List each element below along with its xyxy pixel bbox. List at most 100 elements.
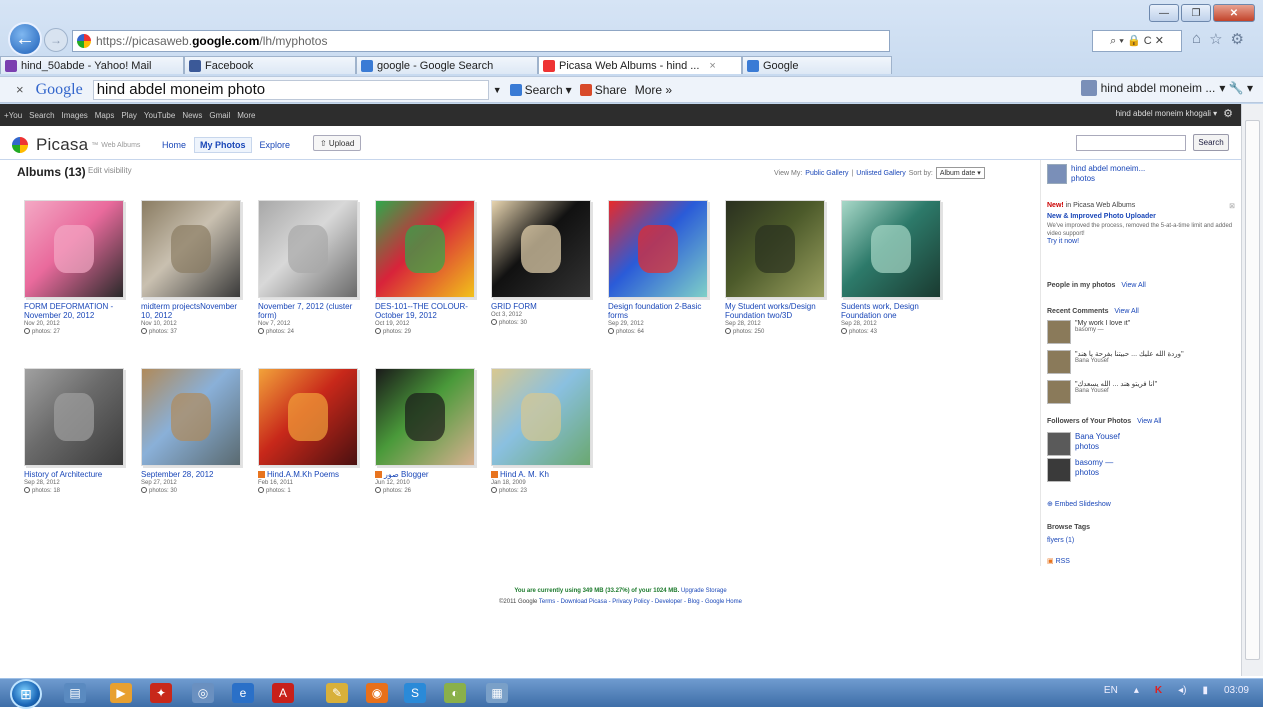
upgrade-storage-link[interactable]: Upgrade Storage (681, 588, 727, 594)
album-thumbnail[interactable] (258, 200, 358, 298)
picasa-tab[interactable]: Home (156, 137, 192, 153)
public-gallery-link[interactable]: Public Gallery (805, 170, 848, 177)
avatar[interactable] (1047, 458, 1071, 482)
follower-photos-link[interactable]: photos (1075, 468, 1113, 478)
rss-row[interactable]: ▣ RSS (1047, 557, 1070, 565)
upload-button[interactable]: ⇧ Upload (313, 135, 362, 151)
wrench-icon[interactable]: ▾ 🔧 ▾ (1219, 81, 1253, 95)
toolbar-more-button[interactable]: More » (635, 83, 672, 97)
album-thumbnail[interactable] (258, 368, 358, 466)
album-title[interactable]: September 28, 2012 (141, 470, 245, 479)
start-button[interactable]: ⊞ (10, 679, 42, 709)
tab-close-icon[interactable]: × (709, 60, 715, 72)
album-card[interactable]: GRID FORM Oct 3, 2012 photos: 30 (491, 200, 595, 327)
comment-thumbnail[interactable] (1047, 350, 1071, 374)
close-window-button[interactable]: ✕ (1213, 4, 1255, 22)
taskbar-picasa-icon[interactable]: ◐ (444, 683, 466, 703)
language-indicator[interactable]: EN (1104, 685, 1118, 696)
taskbar-folder-icon[interactable]: ▤ (64, 683, 86, 703)
toolbar-search-button[interactable]: Search ▾ (509, 83, 572, 97)
taskbar-app-icon[interactable]: ✦ (150, 683, 172, 703)
comment-thumbnail[interactable] (1047, 320, 1071, 344)
follower-item[interactable]: Bana Yousef photos (1047, 432, 1235, 456)
query-dropdown-icon[interactable]: ▼ (493, 85, 502, 95)
gbar-link[interactable]: Images (62, 111, 88, 120)
unlisted-gallery-link[interactable]: Unlisted Gallery (856, 170, 905, 177)
browser-tab[interactable]: Picasa Web Albums - hind ... × (538, 56, 742, 74)
tray-arrow-icon[interactable]: ▴ (1134, 685, 1139, 696)
embed-slideshow-link[interactable]: Embed Slideshow (1055, 501, 1111, 508)
album-title[interactable]: Sudents work, Design Foundation one (841, 302, 945, 320)
gbar-link[interactable]: Maps (95, 111, 115, 120)
taskbar-skype-icon[interactable]: S (404, 683, 426, 703)
volume-icon[interactable]: ◂) (1178, 685, 1186, 696)
sidebar-user-photos-link[interactable]: photos (1071, 174, 1145, 184)
album-title[interactable]: GRID FORM (491, 302, 595, 311)
album-title-text[interactable]: FORM DEFORMATION - November 20, 2012 (24, 302, 113, 320)
settings-gear-icon[interactable]: ⚙ (1231, 30, 1244, 48)
follower-name[interactable]: Bana Yousef (1075, 432, 1120, 442)
comment-item[interactable]: "My work I love it" basomy — (1047, 320, 1235, 344)
album-card[interactable]: FORM DEFORMATION - November 20, 2012 Nov … (24, 200, 128, 336)
taskbar-ie-icon[interactable]: e (232, 683, 254, 703)
comment-author[interactable]: basomy — (1075, 327, 1225, 333)
gbar-link[interactable]: Search (29, 111, 54, 120)
album-card[interactable]: November 7, 2012 (cluster form) Nov 7, 20… (258, 200, 362, 336)
maximize-button[interactable]: ❐ (1181, 4, 1211, 22)
album-title-text[interactable]: Sudents work, Design Foundation one (841, 302, 919, 320)
taskbar-firefox-icon[interactable]: ◉ (366, 683, 388, 703)
album-card[interactable]: صور Blogger Jun 12, 2010 photos: 26 (375, 368, 479, 495)
toolbar-search-input[interactable]: hind abdel moneim photo (92, 79, 489, 100)
album-thumbnail[interactable] (141, 368, 241, 466)
album-title-text[interactable]: My Student works/Design Foundation two/3… (725, 302, 816, 320)
album-thumbnail[interactable] (608, 200, 708, 298)
try-it-link[interactable]: Try it now! (1047, 238, 1235, 245)
favorites-star-icon[interactable]: ☆ (1209, 30, 1222, 48)
gbar-link[interactable]: Play (121, 111, 137, 120)
picasa-logo[interactable]: Picasa ™ Web Albums (12, 135, 140, 155)
gbar-user-label[interactable]: hind abdel moneim khogali ▾ (1116, 109, 1217, 118)
back-button[interactable]: ← (8, 22, 42, 56)
toolbar-close-icon[interactable]: × (16, 82, 24, 97)
album-card[interactable]: Sudents work, Design Foundation one Sep 2… (841, 200, 945, 336)
vertical-scrollbar[interactable] (1241, 104, 1263, 676)
album-card[interactable]: Hind.A.M.Kh Poems Feb 16, 2011 photos: 1 (258, 368, 362, 495)
album-title-text[interactable]: midterm projectsNovember 10, 2012 (141, 302, 237, 320)
clock[interactable]: 03:09 (1224, 685, 1249, 696)
album-card[interactable]: DES-101--THE COLOUR-October 19, 2012 Oct … (375, 200, 479, 336)
taskbar-media-icon[interactable]: ▶ (110, 683, 132, 703)
gbar-link[interactable]: More (237, 111, 255, 120)
taskbar-window-icon[interactable]: ▦ (486, 683, 508, 703)
browser-tab[interactable]: Google (742, 56, 892, 74)
album-thumbnail[interactable] (491, 368, 591, 466)
taskbar-chrome-icon[interactable]: ◎ (192, 683, 214, 703)
album-title[interactable]: FORM DEFORMATION - November 20, 2012 (24, 302, 128, 320)
sidebar-user-name[interactable]: hind abdel moneim... (1071, 164, 1145, 174)
album-thumbnail[interactable] (24, 200, 124, 298)
gbar-gear-icon[interactable]: ⚙ (1223, 107, 1233, 120)
album-card[interactable]: My Student works/Design Foundation two/3… (725, 200, 829, 336)
gbar-link[interactable]: Gmail (209, 111, 230, 120)
follower-item[interactable]: basomy — photos (1047, 458, 1235, 482)
gbar-user[interactable]: hind abdel moneim khogali ▾ ⚙ (1116, 107, 1233, 120)
forward-button[interactable]: → (44, 28, 68, 52)
album-card[interactable]: September 28, 2012 Sep 27, 2012 photos: 30 (141, 368, 245, 495)
album-title-text[interactable]: GRID FORM (491, 302, 537, 311)
gbar-link[interactable]: +You (4, 111, 22, 120)
album-title-text[interactable]: صور Blogger (384, 470, 429, 479)
album-title[interactable]: midterm projectsNovember 10, 2012 (141, 302, 245, 320)
album-title[interactable]: صور Blogger (375, 470, 479, 479)
address-bar[interactable]: https://picasaweb. google.com/lh/myphotos (72, 30, 890, 52)
album-thumbnail[interactable] (375, 200, 475, 298)
footer-links[interactable]: Terms - Download Picasa - Privacy Policy… (539, 599, 742, 605)
follower-name[interactable]: basomy — (1075, 458, 1113, 468)
album-title[interactable]: Design foundation 2-Basic forms (608, 302, 712, 320)
picasa-search-input[interactable] (1076, 135, 1186, 151)
home-icon[interactable]: ⌂ (1192, 30, 1201, 48)
rss-link[interactable]: RSS (1056, 558, 1070, 565)
album-thumbnail[interactable] (491, 200, 591, 298)
album-title-text[interactable]: Design foundation 2-Basic forms (608, 302, 701, 320)
album-title-text[interactable]: Hind A. M. Kh (500, 470, 549, 479)
taskbar-pdf-icon[interactable]: A (272, 683, 294, 703)
comment-author[interactable]: Bana Yousef (1075, 358, 1225, 364)
